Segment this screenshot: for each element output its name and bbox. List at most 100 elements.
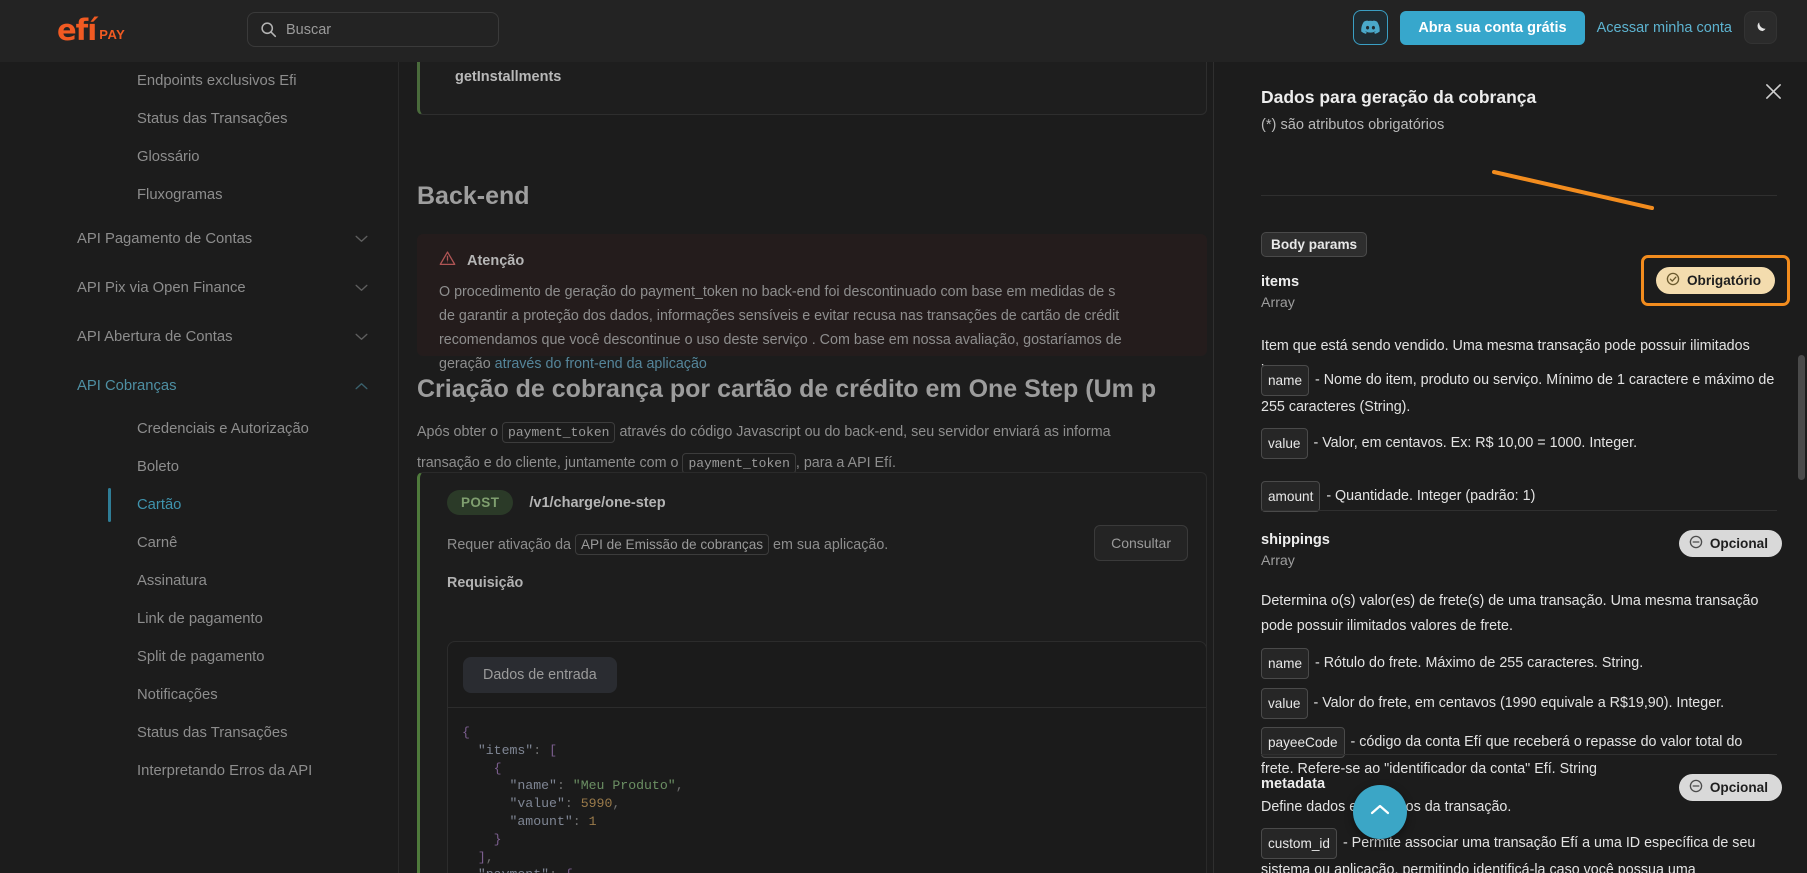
intro-text-d: , para a API Efí. — [796, 455, 896, 471]
open-free-account-button[interactable]: Abra sua conta grátis — [1400, 11, 1584, 45]
sidebar-item-endpoints-exclusivos-efi[interactable]: Endpoints exclusivos Efi — [24, 62, 398, 100]
attention-line-1: O procedimento de geração do payment_tok… — [439, 284, 1115, 300]
field-text: - Valor, em centavos. Ex: R$ 10,00 = 100… — [1310, 435, 1638, 451]
param-type-items: Array — [1261, 295, 1295, 311]
field-text: - Rótulo do frete. Máximo de 255 caracte… — [1311, 655, 1643, 671]
header-actions: Abra sua conta grátis Acessar minha cont… — [1353, 10, 1777, 45]
attention-title: Atenção — [467, 253, 524, 269]
access-my-account-link[interactable]: Acessar minha conta — [1597, 20, 1732, 36]
body-params-chip: Body params — [1261, 232, 1367, 257]
http-method-badge: POST — [447, 490, 513, 515]
sidebar-item-label: Glossário — [137, 149, 200, 165]
param-name-shippings: shippings — [1261, 532, 1330, 548]
sidebar-item-interpretando-erros-da-api[interactable]: Interpretando Erros da API — [24, 752, 398, 790]
sidebar-item-label: API Pagamento de Contas — [77, 231, 252, 247]
search-input[interactable]: Buscar — [247, 12, 499, 47]
sidebar-item-boleto[interactable]: Boleto — [24, 448, 398, 486]
param-description-metadata: Define dados específicos da transação. — [1261, 795, 1777, 820]
badge-label: Opcional — [1710, 780, 1768, 795]
get-installments-card[interactable]: getInstallments — [417, 62, 1207, 115]
field-tag-value: value — [1261, 688, 1308, 719]
sidebar-item-notifica-es[interactable]: Notificações — [24, 676, 398, 714]
sidebar-item-api-abertura-de-contas[interactable]: API Abertura de Contas — [24, 312, 398, 361]
check-circle-icon — [1666, 272, 1680, 289]
sidebar-item-split-de-pagamento[interactable]: Split de pagamento — [24, 638, 398, 676]
get-installments-label: getInstallments — [455, 69, 561, 85]
field-tag-name: name — [1261, 648, 1309, 679]
sidebar-item-api-pagamento-de-contas[interactable]: API Pagamento de Contas — [24, 214, 398, 263]
search-icon — [260, 21, 277, 38]
close-icon[interactable] — [1765, 83, 1782, 105]
requires-activation-line: Requer ativação da API de Emissão de cob… — [420, 515, 1206, 553]
sidebar-item-label: Notificações — [137, 687, 218, 703]
sidebar-item-label: Assinatura — [137, 573, 207, 589]
discord-icon[interactable] — [1353, 10, 1388, 45]
badge-label: Opcional — [1710, 536, 1768, 551]
back-end-heading: Back-end — [417, 182, 530, 211]
field-tag-custom_id: custom_id — [1261, 828, 1337, 859]
param-description-shippings: Determina o(s) valor(es) de frete(s) de … — [1261, 589, 1777, 639]
sidebar-item-gloss-rio[interactable]: Glossário — [24, 138, 398, 176]
api-emission-code: API de Emissão de cobranças — [575, 534, 769, 555]
panel-divider — [1261, 754, 1777, 755]
field-tag-value: value — [1261, 428, 1308, 459]
scroll-to-top-button[interactable] — [1353, 785, 1407, 839]
search-placeholder-text: Buscar — [286, 22, 331, 38]
param-field-custom_id: custom_id - Permite associar uma transaç… — [1261, 827, 1777, 873]
sidebar-item-label: API Abertura de Contas — [77, 329, 232, 345]
intro-text-c: transação e do cliente, juntamente com o — [417, 455, 682, 471]
sidebar-item-cart-o[interactable]: Cartão — [24, 486, 398, 524]
badge-label: Obrigatório — [1687, 273, 1761, 288]
attention-body: O procedimento de geração do payment_tok… — [439, 280, 1185, 376]
top-header-bar: efí PAY Buscar Abra sua conta grátis Ace… — [0, 0, 1807, 62]
sidebar-item-label: Carnê — [137, 535, 177, 551]
panel-divider-top — [1261, 195, 1777, 196]
chevron-up-icon — [1369, 803, 1391, 822]
sidebar-item-status-das-transa-es[interactable]: Status das Transações — [24, 714, 398, 752]
field-text: - Valor do frete, em centavos (1990 equi… — [1310, 695, 1725, 711]
page-scrollbar[interactable] — [1798, 355, 1805, 480]
request-section-title: Requisição — [420, 553, 1206, 591]
moon-icon[interactable] — [1744, 11, 1777, 44]
status-badge-items: Obrigatório — [1656, 267, 1775, 294]
consultar-button[interactable]: Consultar — [1094, 525, 1188, 561]
param-field-value: value - Valor do frete, em centavos (199… — [1261, 687, 1777, 718]
payment-token-code-2: payment_token — [682, 453, 795, 474]
attention-callout: Atenção O procedimento de geração do pay… — [417, 234, 1207, 356]
status-badge-shippings: Opcional — [1679, 530, 1782, 557]
sidebar-item-credenciais-e-autoriza-o[interactable]: Credenciais e Autorização — [24, 410, 398, 448]
param-field-name: name - Nome do item, produto ou serviço.… — [1261, 364, 1777, 420]
request-code-panel: Dados de entrada { "items": [ { "name": … — [447, 641, 1207, 873]
field-text: - Permite associar uma transação Efí a u… — [1261, 835, 1776, 873]
sidebar-item-assinatura[interactable]: Assinatura — [24, 562, 398, 600]
sidebar-item-link-de-pagamento[interactable]: Link de pagamento — [24, 600, 398, 638]
attention-line-2: de garantir a proteção dos dados, inform… — [439, 308, 1119, 324]
frontend-generation-link[interactable]: através do front-end da aplicação — [495, 356, 707, 372]
sidebar-item-status-das-transa-es[interactable]: Status das Transações — [24, 100, 398, 138]
minus-circle-icon — [1689, 779, 1703, 796]
intro-text-a: Após obter o — [417, 424, 502, 440]
sidebar-item-label: Cartão — [137, 497, 181, 513]
warning-triangle-icon — [439, 250, 456, 271]
sidebar-item-api-pix-via-open-finance[interactable]: API Pix via Open Finance — [24, 263, 398, 312]
panel-divider — [1261, 510, 1777, 511]
endpoint-card: POST /v1/charge/one-step Consultar Reque… — [417, 472, 1207, 873]
field-tag-name: name — [1261, 365, 1309, 396]
sidebar-item-carn[interactable]: Carnê — [24, 524, 398, 562]
sidebar-item-label: Endpoints exclusivos Efi — [137, 73, 297, 89]
endpoint-method-row: POST /v1/charge/one-step — [420, 473, 1206, 515]
efi-pay-logo[interactable]: efí PAY — [57, 16, 125, 45]
sidebar-item-label: Credenciais e Autorização — [137, 421, 309, 437]
attention-line-3: recomendamos que você descontinue o uso … — [439, 332, 1122, 348]
tab-dados-de-entrada[interactable]: Dados de entrada — [463, 657, 617, 693]
sidebar-item-label: Split de pagamento — [137, 649, 265, 665]
logo-efi-text: efí — [57, 16, 96, 45]
left-sidebar-navigation[interactable]: Endpoints exclusivos Efi Status das Trans… — [24, 62, 399, 873]
param-type-shippings: Array — [1261, 553, 1295, 569]
sidebar-item-api-cobran-as[interactable]: API Cobranças — [24, 361, 398, 410]
charge-params-panel: Dados para geração da cobrança (*) são a… — [1213, 62, 1807, 873]
sidebar-item-fluxogramas[interactable]: Fluxogramas — [24, 176, 398, 214]
requires-prefix: Requer ativação da — [447, 537, 575, 553]
param-field-name: name - Rótulo do frete. Máximo de 255 ca… — [1261, 647, 1777, 678]
attention-line-4-prefix: geração — [439, 356, 495, 372]
